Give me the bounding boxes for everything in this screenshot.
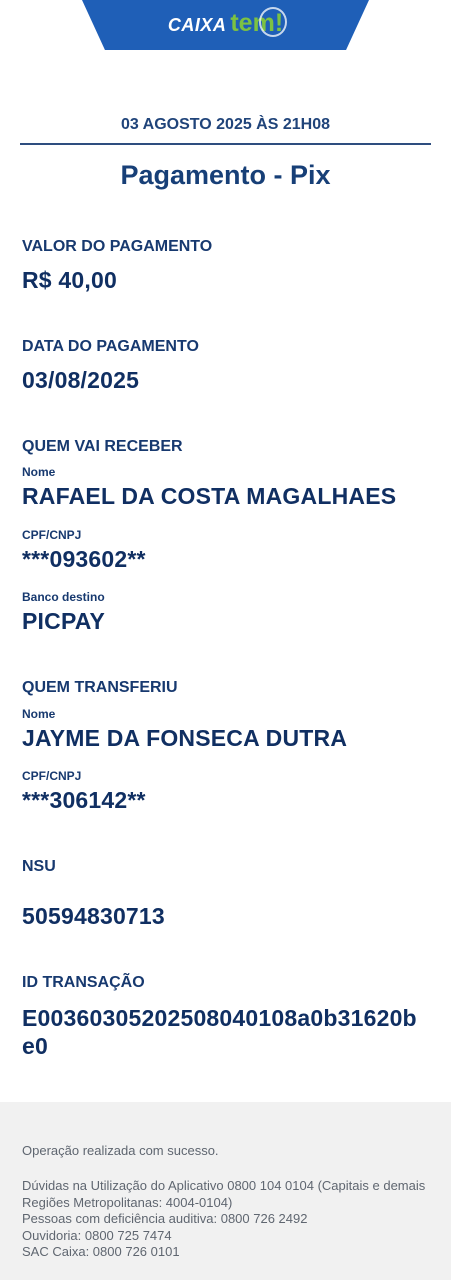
payment-amount-value: R$ 40,00	[22, 267, 117, 293]
receiver-bank-label: Banco destino	[22, 590, 105, 604]
receiver-section-title: QUEM VAI RECEBER	[22, 438, 183, 455]
sender-section-title: QUEM TRANSFERIU	[22, 679, 178, 696]
logo-caixa-text: CAIXA	[167, 14, 227, 35]
receipt-datetime: 03 AGOSTO 2025 ÀS 21H08	[121, 116, 330, 133]
receiver-doc-label: CPF/CNPJ	[22, 528, 82, 542]
caixa-tem-logo: CAIXA tem!	[167, 6, 287, 38]
payment-date-value: 03/08/2025	[22, 367, 140, 393]
ombudsman-phone-line: Ouvidoria: 0800 725 7474	[22, 1227, 172, 1243]
sender-name-label: Nome	[22, 707, 56, 721]
receiver-name-label: Nome	[22, 465, 56, 479]
header-banner: CAIXA tem!	[82, 0, 369, 50]
sender-doc-value: ***306142**	[22, 787, 146, 813]
receiver-doc-value: ***093602**	[22, 546, 146, 572]
hearing-impaired-phone-line: Pessoas com deficiência auditiva: 0800 7…	[22, 1211, 308, 1226]
transaction-id-value: E00360305202508040108a0b31620be0	[22, 1005, 417, 1059]
sac-phone-line: SAC Caixa: 0800 726 0101	[22, 1244, 180, 1259]
page-title: Pagamento - Pix	[120, 160, 331, 190]
sender-doc-label: CPF/CNPJ	[22, 769, 82, 783]
sender-name-value: JAYME DA FONSECA DUTRA	[22, 725, 348, 751]
logo-tem-text: tem!	[230, 6, 287, 37]
footer-help-info: Dúvidas na Utilização do Aplicativo 0800…	[22, 1178, 432, 1261]
payment-amount-label: VALOR DO PAGAMENTO	[22, 238, 213, 255]
help-phone-line: Dúvidas na Utilização do Aplicativo 0800…	[22, 1178, 426, 1210]
transaction-id-label: ID TRANSAÇÃO	[22, 974, 145, 991]
nsu-value: 50594830713	[22, 903, 165, 929]
payment-date-label: DATA DO PAGAMENTO	[22, 338, 199, 355]
header-divider	[20, 143, 431, 145]
receiver-bank-value: PICPAY	[22, 608, 106, 634]
operation-status-text: Operação realizada com sucesso.	[22, 1143, 219, 1158]
receiver-name-value: RAFAEL DA COSTA MAGALHAES	[22, 483, 397, 509]
nsu-label: NSU	[22, 858, 56, 875]
